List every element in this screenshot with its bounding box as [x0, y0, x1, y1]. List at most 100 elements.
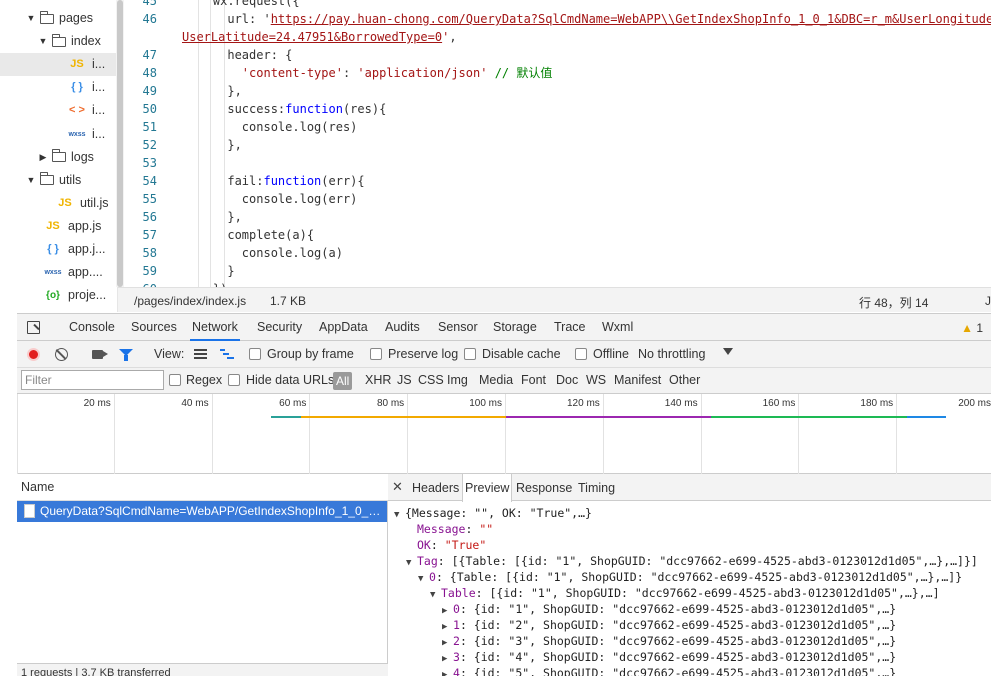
preview-line[interactable]: ▼ Table: [{id: "1", ShopGUID: "dcc97662-e…	[430, 585, 940, 601]
tab-console[interactable]: Console	[67, 314, 117, 341]
network-overview-timeline[interactable]: 20 ms 40 ms 60 ms 80 ms 100 ms 120 ms 140 ms 16…	[17, 394, 991, 474]
offline-checkbox[interactable]	[575, 348, 587, 360]
folder-item[interactable]: ▶ logs	[0, 146, 116, 169]
filter-type-other[interactable]: Other	[669, 373, 700, 387]
code-text: },	[184, 136, 241, 154]
expand-down-icon[interactable]: ▼	[406, 555, 417, 571]
warning-count: 1	[976, 321, 983, 335]
preserve-log-checkbox[interactable]	[370, 348, 382, 360]
filter-type-media[interactable]: Media	[479, 373, 513, 387]
filter-type-manifest[interactable]: Manifest	[614, 373, 661, 387]
expand-down-icon[interactable]: ▼	[394, 507, 405, 523]
hide-data-urls-checkbox[interactable]	[228, 374, 240, 386]
preview-line[interactable]: ▶ 3: {id: "4", ShopGUID: "dcc97662-e699-4…	[442, 649, 896, 665]
tab-preview[interactable]: Preview	[462, 474, 513, 502]
throttling-select[interactable]: No throttling	[638, 347, 705, 361]
chevron-right-icon[interactable]: ▶	[38, 146, 48, 169]
tab-security[interactable]: Security	[255, 314, 304, 341]
preview-line[interactable]: ▼ {Message: "", OK: "True",…}	[394, 505, 592, 521]
tab-response[interactable]: Response	[514, 474, 574, 501]
json-token: :	[430, 538, 445, 552]
file-item[interactable]: JS util.js	[0, 192, 116, 215]
language-mode[interactable]: J	[985, 294, 991, 308]
code-line: 57 complete(a){	[124, 226, 991, 244]
tab-sensor[interactable]: Sensor	[436, 314, 480, 341]
file-item[interactable]: JS app.js	[0, 215, 116, 238]
expand-down-icon[interactable]: ▼	[430, 587, 441, 603]
table-row[interactable]: QueryData?SqlCmdName=WebAPP/GetIndexShop…	[17, 501, 387, 522]
tab-sources[interactable]: Sources	[129, 314, 179, 341]
preview-line[interactable]: ▼ Tag: [{Table: [{id: "1", ShopGUID: "dcc…	[406, 553, 978, 569]
file-item[interactable]: wxss i...	[0, 123, 116, 146]
code-text: header: {	[184, 46, 292, 64]
folder-item[interactable]: ▼ index	[0, 30, 116, 53]
name-column-header[interactable]: Name	[17, 474, 388, 501]
code-line: 55 console.log(err)	[124, 190, 991, 208]
folder-item[interactable]: ▼ pages	[0, 7, 116, 30]
code-editor[interactable]: 45 wx.request({46 url: 'https://pay.huan…	[124, 0, 991, 287]
chevron-down-icon[interactable]: ▼	[38, 30, 48, 53]
wxml-file-icon: < >	[69, 104, 85, 117]
group-by-frame-checkbox[interactable]	[249, 348, 261, 360]
preview-line[interactable]: ▶ 0: {id: "1", ShopGUID: "dcc97662-e699-4…	[442, 601, 896, 617]
tab-network[interactable]: Network	[190, 314, 240, 341]
expand-down-icon[interactable]: ▼	[418, 571, 429, 587]
tree-item-label: i...	[92, 103, 106, 118]
file-item[interactable]: < > i...	[0, 99, 116, 122]
filter-input[interactable]	[21, 370, 164, 390]
code-token: console.log(res)	[184, 120, 358, 134]
timeline-gridline	[700, 394, 702, 474]
preview-line[interactable]: ▶ 2: {id: "3", ShopGUID: "dcc97662-e699-4…	[442, 633, 896, 649]
file-tree-scrollbar-thumb[interactable]	[117, 0, 123, 287]
disable-cache-checkbox[interactable]	[464, 348, 476, 360]
tab-wxml[interactable]: Wxml	[600, 314, 635, 341]
file-item[interactable]: { } app.j...	[0, 238, 116, 261]
file-item[interactable]: JS i...	[0, 53, 116, 77]
filter-type-xhr[interactable]: XHR	[365, 373, 391, 387]
preview-line[interactable]: ▶ 4: {id: "5", ShopGUID: "dcc97662-e699-4…	[442, 665, 896, 676]
code-token: header: {	[184, 48, 293, 62]
timeline-tick-label: 140 ms	[664, 398, 698, 409]
tab-audits[interactable]: Audits	[383, 314, 422, 341]
file-item[interactable]: {o} proje...	[0, 284, 116, 307]
tab-timing[interactable]: Timing	[576, 474, 617, 501]
requests-table: Name QueryData?SqlCmdName=WebAPP/GetInde…	[17, 474, 388, 676]
file-item[interactable]: wxss app....	[0, 261, 116, 284]
tree-item-label: pages	[59, 11, 94, 25]
overview-waterfall-icon[interactable]	[220, 349, 234, 360]
close-icon[interactable]: ✕	[392, 479, 403, 495]
inspect-element-icon[interactable]	[27, 321, 40, 334]
record-icon[interactable]	[27, 348, 40, 361]
regex-checkbox[interactable]	[169, 374, 181, 386]
filter-type-js[interactable]: JS	[397, 373, 412, 387]
chevron-down-icon[interactable]: ▼	[26, 7, 36, 30]
filter-icon[interactable]	[119, 349, 133, 361]
code-token: ,	[449, 30, 457, 44]
capture-screenshots-icon[interactable]	[92, 350, 108, 359]
large-request-rows-icon[interactable]	[194, 349, 207, 359]
clear-icon[interactable]	[55, 348, 68, 361]
tab-appdata[interactable]: AppData	[317, 314, 370, 341]
preview-line[interactable]: ▶ 1: {id: "2", ShopGUID: "dcc97662-e699-4…	[442, 617, 896, 633]
preview-line[interactable]: OK: "True"	[417, 537, 486, 553]
cursor-position[interactable]: 行 48，列 14	[859, 294, 928, 311]
line-number: 50	[142, 102, 157, 116]
folder-item[interactable]: ▼ utils	[0, 169, 116, 192]
filter-type-all[interactable]: All	[333, 372, 353, 390]
filter-type-img[interactable]: Img	[447, 373, 468, 387]
filter-type-css[interactable]: CSS	[418, 373, 444, 387]
filter-type-font[interactable]: Font	[521, 373, 546, 387]
tab-trace[interactable]: Trace	[552, 314, 588, 341]
preview-line[interactable]: ▼ 0: {Table: [{id: "1", ShopGUID: "dcc976…	[418, 569, 962, 585]
chevron-down-icon[interactable]: ▼	[26, 169, 36, 192]
tab-storage[interactable]: Storage	[491, 314, 539, 341]
filter-type-doc[interactable]: Doc	[556, 373, 578, 387]
chevron-down-icon[interactable]	[723, 348, 733, 355]
expand-right-icon[interactable]: ▶	[442, 667, 453, 676]
file-item[interactable]: { } i...	[0, 76, 116, 99]
tab-headers[interactable]: Headers	[410, 474, 461, 501]
filter-type-ws[interactable]: WS	[586, 373, 606, 387]
code-token: console.log(a)	[184, 246, 343, 260]
preview-line[interactable]: Message: ""	[417, 521, 493, 537]
warning-badge[interactable]: ▲ 1	[961, 321, 983, 335]
